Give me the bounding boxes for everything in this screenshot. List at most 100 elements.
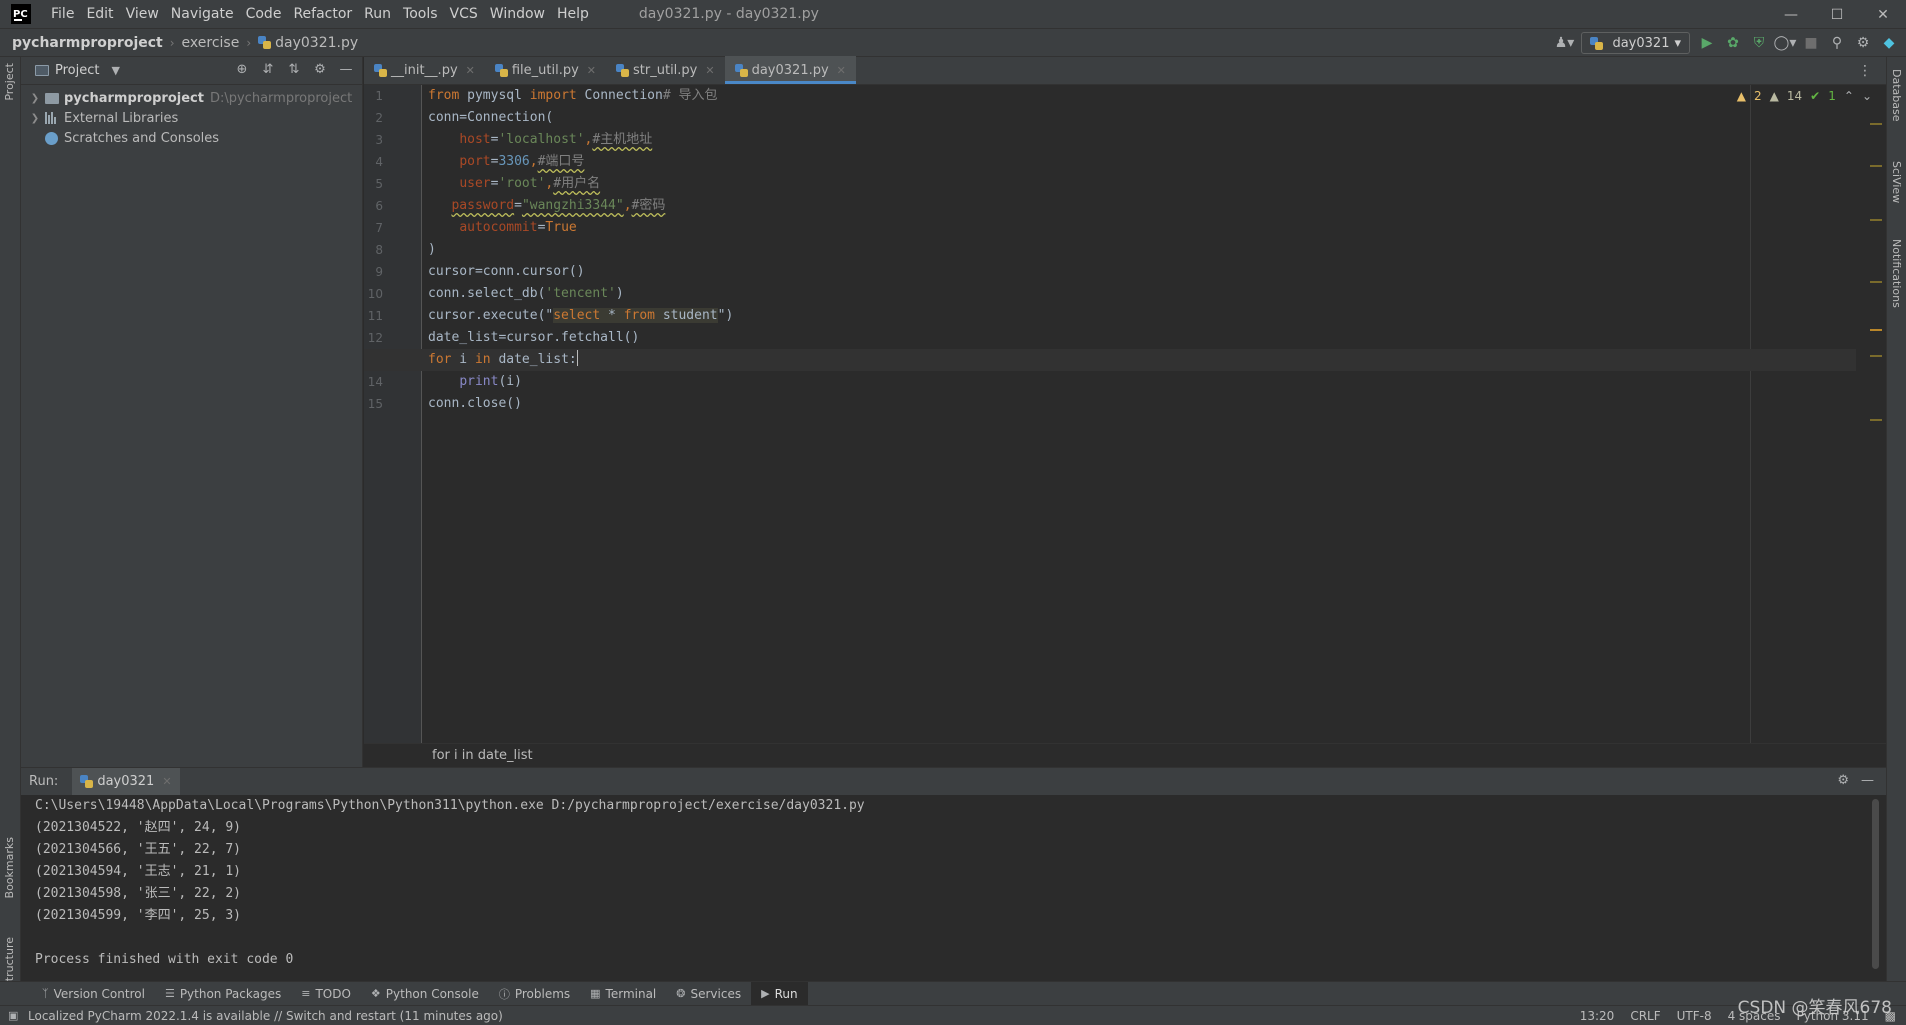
breadcrumb-file[interactable]: day0321.py (275, 35, 358, 51)
error-stripe-mark[interactable] (1870, 355, 1882, 357)
menu-refactor[interactable]: Refactor (287, 6, 358, 22)
chevron-right-icon[interactable]: ❯ (29, 113, 41, 124)
code-line: ) (428, 242, 436, 257)
line-separator[interactable]: CRLF (1630, 1009, 1660, 1023)
line-number: 3 (375, 133, 383, 147)
status-message[interactable]: Localized PyCharm 2022.1.4 is available … (28, 1009, 503, 1023)
locate-icon[interactable]: ⊕ (234, 62, 250, 77)
error-stripe-mark[interactable] (1870, 329, 1882, 331)
inspection-widget[interactable]: ▲ 2 ▲ 14 ✔ 1 ⌃ ⌄ (1737, 89, 1872, 103)
chevron-up-icon[interactable]: ⌃ (1844, 89, 1854, 103)
run-tab-day0321[interactable]: day0321 ✕ (72, 767, 180, 796)
code-line: conn.close() (428, 396, 522, 411)
profile-icon[interactable]: ◯▾ (1774, 34, 1797, 52)
error-stripe-mark[interactable] (1870, 419, 1882, 421)
close-tab-icon[interactable]: ✕ (705, 64, 714, 77)
tool-tab-database[interactable]: Database (1890, 69, 1903, 122)
minimize-icon[interactable]: — (1768, 0, 1814, 29)
debug-icon[interactable]: ✿ (1724, 34, 1742, 52)
hide-panel-icon[interactable]: — (1861, 773, 1874, 788)
line-number: 10 (367, 287, 383, 301)
breadcrumb-project[interactable]: pycharmproproject (12, 35, 163, 51)
close-tab-icon[interactable]: ✕ (162, 775, 171, 788)
menu-view[interactable]: View (120, 6, 165, 22)
tab-init-py[interactable]: __init__.py ✕ (364, 56, 485, 84)
tool-button-todo[interactable]: ≡ TODO (291, 982, 361, 1006)
project-panel-tools: ⊕ ⇵ ⇅ ⚙ — (234, 62, 354, 77)
menu-navigate[interactable]: Navigate (165, 6, 240, 22)
tool-button-version-control[interactable]: ᛉ Version Control (32, 982, 155, 1006)
tree-item-scratches[interactable]: Scratches and Consoles (21, 128, 362, 148)
menu-vcs[interactable]: VCS (444, 6, 484, 22)
close-tab-icon[interactable]: ✕ (837, 64, 846, 77)
tool-button-python-console[interactable]: ❖ Python Console (361, 982, 489, 1006)
console-scrollbar[interactable] (1866, 795, 1886, 981)
error-stripe-mark[interactable] (1870, 123, 1882, 125)
menu-file[interactable]: File (45, 6, 80, 22)
error-stripe-mark[interactable] (1870, 165, 1882, 167)
code-editor[interactable]: 1 2 3 4 5 6 7 8 9 10 11 12 13 14 15 from… (364, 85, 1886, 743)
chevron-down-icon[interactable]: ⌄ (1862, 89, 1872, 103)
menu-window[interactable]: Window (484, 6, 551, 22)
chevron-right-icon: › (169, 35, 175, 50)
tool-tab-notifications[interactable]: Notifications (1890, 239, 1903, 308)
tab-str-util-py[interactable]: str_util.py ✕ (606, 56, 725, 84)
python-file-icon (258, 36, 272, 49)
menu-help[interactable]: Help (551, 6, 595, 22)
file-encoding[interactable]: UTF-8 (1677, 1009, 1712, 1023)
collapse-all-icon[interactable]: ⇅ (286, 62, 302, 77)
caret-position[interactable]: 13:20 (1580, 1009, 1615, 1023)
maximize-icon[interactable]: ☐ (1814, 0, 1860, 29)
gear-icon[interactable]: ⚙ (312, 62, 328, 77)
jetbrains-toolbox-icon[interactable]: ◆ (1880, 34, 1898, 52)
close-tab-icon[interactable]: ✕ (587, 64, 596, 77)
python-file-icon (734, 63, 748, 77)
menu-tools[interactable]: Tools (397, 6, 444, 22)
line-number: 7 (375, 221, 383, 235)
tool-button-python-packages[interactable]: ☰ Python Packages (155, 982, 291, 1006)
tab-day0321-py[interactable]: day0321.py ✕ (724, 56, 857, 84)
menu-code[interactable]: Code (240, 6, 288, 22)
run-console-output[interactable]: C:\Users\19448\AppData\Local\Programs\Py… (21, 795, 1866, 981)
gear-icon[interactable]: ⚙ (1837, 773, 1849, 788)
run-configuration-select[interactable]: day0321 ▾ (1581, 32, 1690, 54)
chevron-down-icon[interactable]: ▼ (111, 64, 119, 77)
account-icon[interactable]: ♟▾ (1555, 34, 1575, 52)
menu-run[interactable]: Run (358, 6, 397, 22)
expand-all-icon[interactable]: ⇵ (260, 62, 276, 77)
project-view-select[interactable]: Project (55, 63, 99, 78)
error-stripe-mark[interactable] (1870, 281, 1882, 283)
close-tab-icon[interactable]: ✕ (466, 64, 475, 77)
tool-tab-project[interactable]: Project (3, 63, 16, 101)
line-number: 6 (375, 199, 383, 213)
window-title: day0321.py - day0321.py (638, 6, 819, 22)
code-line: user='root',#用户名 (459, 176, 601, 191)
breadcrumb-folder[interactable]: exercise (182, 35, 240, 51)
tab-file-util-py[interactable]: file_util.py ✕ (485, 56, 606, 84)
code-breadcrumb[interactable]: for i in date_list (364, 743, 1886, 767)
chevron-right-icon[interactable]: ❯ (29, 93, 41, 104)
settings-icon[interactable]: ⚙ (1854, 34, 1872, 52)
menu-edit[interactable]: Edit (80, 6, 119, 22)
tool-button-run[interactable]: ▶ Run (751, 981, 808, 1006)
run-icon[interactable]: ▶ (1698, 34, 1716, 52)
coverage-icon[interactable]: ⛨ (1750, 34, 1768, 52)
error-stripe-mark[interactable] (1870, 219, 1882, 221)
tool-button-terminal[interactable]: ▦ Terminal (580, 982, 666, 1006)
tree-item-external-libraries[interactable]: ❯ External Libraries (21, 108, 362, 128)
close-icon[interactable]: ✕ (1860, 0, 1906, 29)
weak-warning-icon: ▲ (1769, 89, 1779, 103)
tool-button-problems[interactable]: ⓘ Problems (489, 982, 580, 1006)
code-text[interactable]: from pymysql import Connection# 导入包 conn… (364, 85, 1856, 415)
tree-item-project-root[interactable]: ❯ pycharmproproject D:\pycharmproproject (21, 88, 362, 108)
more-tabs-icon[interactable]: ⋮ (1858, 63, 1872, 79)
run-panel-label: Run: (29, 774, 59, 789)
warning-icon: ▲ (1736, 89, 1747, 103)
tool-tab-sciview[interactable]: SciView (1890, 161, 1903, 203)
toggle-tool-windows-icon[interactable]: ▣ (8, 1009, 18, 1022)
search-icon[interactable]: ⚲ (1828, 34, 1846, 52)
tool-button-services[interactable]: ❂ Services (666, 982, 751, 1006)
hide-panel-icon[interactable]: — (338, 62, 354, 77)
tool-tab-bookmarks[interactable]: Bookmarks (3, 837, 16, 898)
stop-icon[interactable]: ■ (1802, 34, 1820, 52)
